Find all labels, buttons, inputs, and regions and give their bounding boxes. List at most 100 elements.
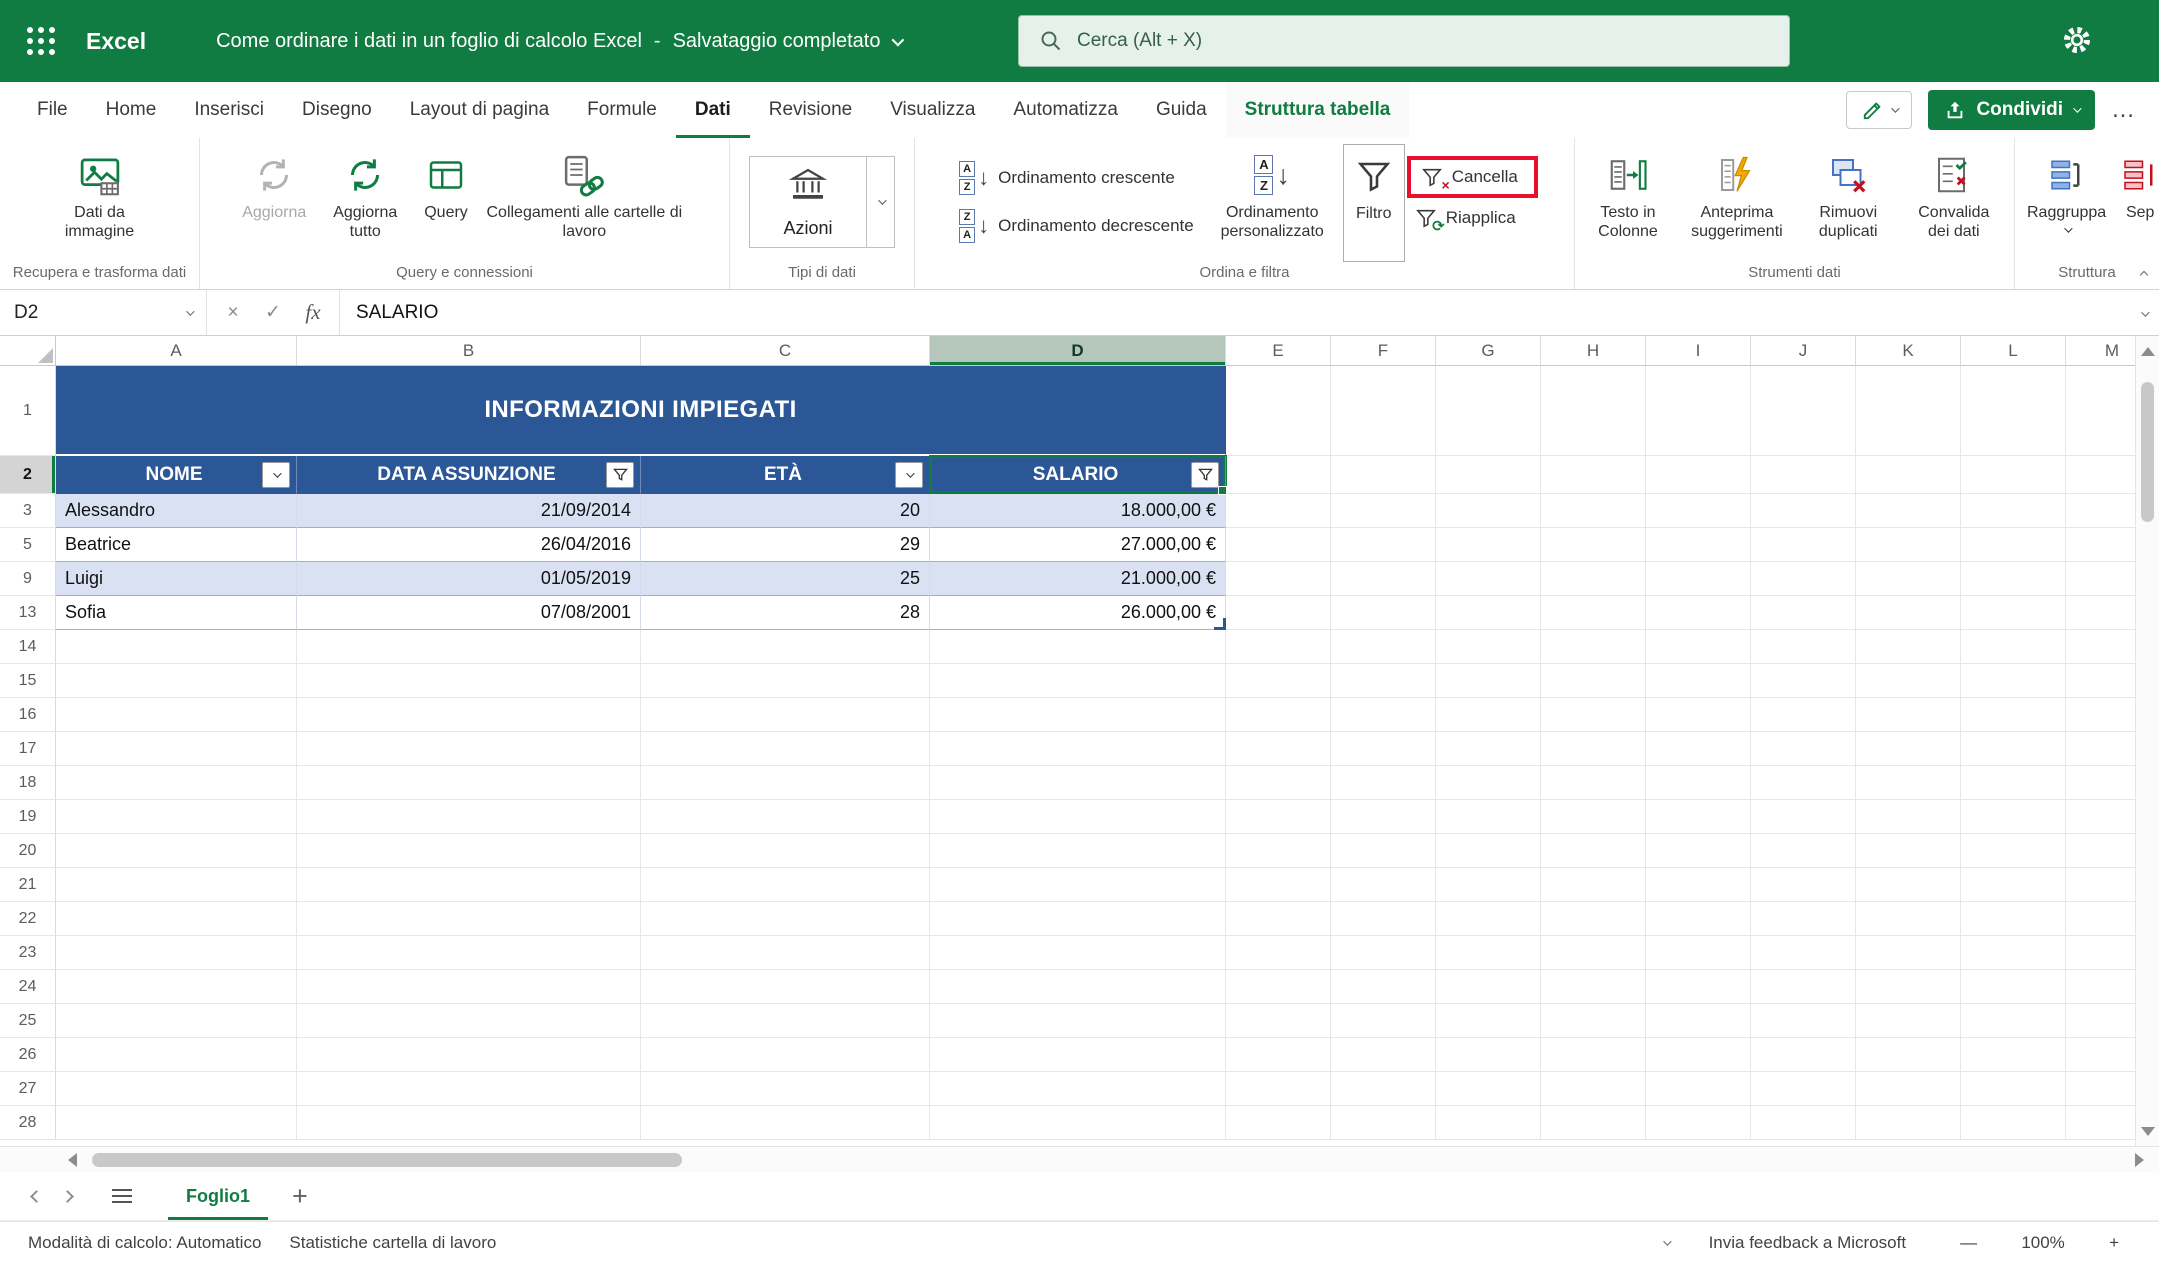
cell-H28[interactable] [1541,1106,1646,1140]
cell-C28[interactable] [641,1106,930,1140]
cell-J21[interactable] [1751,868,1856,902]
cell-F25[interactable] [1331,1004,1436,1038]
cell-F17[interactable] [1331,732,1436,766]
row-header-16[interactable]: 16 [0,698,56,732]
cell-K15[interactable] [1856,664,1961,698]
cell-B24[interactable] [297,970,641,1004]
app-launcher-button[interactable] [0,0,82,82]
cell-J5[interactable] [1751,528,1856,562]
cell-J26[interactable] [1751,1038,1856,1072]
anteprima-suggerimenti-button[interactable]: Anteprima suggerimenti [1677,144,1797,262]
cell-L28[interactable] [1961,1106,2066,1140]
filter-button-B[interactable] [606,462,634,488]
cell-I15[interactable] [1646,664,1751,698]
cell-K27[interactable] [1856,1072,1961,1106]
zoom-in-button[interactable]: + [2095,1233,2133,1253]
cell-L26[interactable] [1961,1038,2066,1072]
sheet-nav-prev-button[interactable] [26,1183,47,1210]
share-button[interactable]: Condividi [1928,90,2095,130]
cell-L15[interactable] [1961,664,2066,698]
cell-G19[interactable] [1436,800,1541,834]
cell-I1[interactable] [1646,366,1751,456]
ribbon-tab-disegno[interactable]: Disegno [283,82,391,138]
row-header-22[interactable]: 22 [0,902,56,936]
cell-J16[interactable] [1751,698,1856,732]
row-header-14[interactable]: 14 [0,630,56,664]
table-title-cell[interactable]: INFORMAZIONI IMPIEGATI [56,366,1226,456]
cell-C22[interactable] [641,902,930,936]
query-button[interactable]: Query [418,144,474,262]
more-options-button[interactable]: … [2111,96,2137,124]
row-header-27[interactable]: 27 [0,1072,56,1106]
cell-I5[interactable] [1646,528,1751,562]
ordinamento-decrescente-button[interactable]: ZA↓ Ordinamento decrescente [951,204,1202,248]
cell-D18[interactable] [930,766,1226,800]
dati-da-immagine-button[interactable]: Dati da immagine [39,144,161,262]
cell-F15[interactable] [1331,664,1436,698]
ribbon-tab-dati[interactable]: Dati [676,82,750,138]
cell-J20[interactable] [1751,834,1856,868]
filter-button-D[interactable] [1191,462,1219,488]
row-header-13[interactable]: 13 [0,596,56,630]
rimuovi-duplicati-button[interactable]: Rimuovi duplicati [1799,144,1898,262]
cell-L13[interactable] [1961,596,2066,630]
cell-B23[interactable] [297,936,641,970]
cell-I18[interactable] [1646,766,1751,800]
cell-J9[interactable] [1751,562,1856,596]
cell-L16[interactable] [1961,698,2066,732]
cell-E24[interactable] [1226,970,1331,1004]
cell-K25[interactable] [1856,1004,1961,1038]
cell-D24[interactable] [930,970,1226,1004]
table-header-cell-B2[interactable]: DATA ASSUNZIONE [297,456,641,494]
cell-G2[interactable] [1436,456,1541,494]
cell-I2[interactable] [1646,456,1751,494]
column-header-F[interactable]: F [1331,336,1436,366]
cell-G22[interactable] [1436,902,1541,936]
cell-J28[interactable] [1751,1106,1856,1140]
filter-button-C[interactable] [895,462,923,488]
confirm-entry-button[interactable]: ✓ [255,301,291,324]
horizontal-scroll-thumb[interactable] [92,1153,682,1167]
cell-D21[interactable] [930,868,1226,902]
cell-G5[interactable] [1436,528,1541,562]
scroll-down-button[interactable] [2136,1118,2159,1144]
cell-D9[interactable]: 21.000,00 € [930,562,1226,596]
cell-L23[interactable] [1961,936,2066,970]
cell-B15[interactable] [297,664,641,698]
cell-D20[interactable] [930,834,1226,868]
cell-E13[interactable] [1226,596,1331,630]
row-header-24[interactable]: 24 [0,970,56,1004]
aggiorna-button[interactable]: Aggiorna [236,144,312,262]
cell-I9[interactable] [1646,562,1751,596]
cancella-button[interactable]: × Cancella [1413,161,1526,193]
table-header-cell-A2[interactable]: NOME [56,456,297,494]
cell-I17[interactable] [1646,732,1751,766]
cell-H1[interactable] [1541,366,1646,456]
cell-K14[interactable] [1856,630,1961,664]
cell-E19[interactable] [1226,800,1331,834]
ordinamento-crescente-button[interactable]: AZ↓ Ordinamento crescente [951,156,1183,200]
zoom-out-button[interactable]: — [1946,1233,1991,1253]
ribbon-tab-automatizza[interactable]: Automatizza [994,82,1137,138]
cell-L24[interactable] [1961,970,2066,1004]
cell-D3[interactable]: 18.000,00 € [930,494,1226,528]
settings-gear-button[interactable] [2061,24,2093,59]
cell-G18[interactable] [1436,766,1541,800]
ribbon-tab-file[interactable]: File [18,82,87,138]
cell-B21[interactable] [297,868,641,902]
row-header-26[interactable]: 26 [0,1038,56,1072]
azioni-dropdown-button[interactable] [867,156,895,248]
cell-K1[interactable] [1856,366,1961,456]
cell-H5[interactable] [1541,528,1646,562]
column-header-G[interactable]: G [1436,336,1541,366]
cell-A14[interactable] [56,630,297,664]
ribbon-tab-visualizza[interactable]: Visualizza [871,82,994,138]
row-header-19[interactable]: 19 [0,800,56,834]
cell-G14[interactable] [1436,630,1541,664]
cell-L25[interactable] [1961,1004,2066,1038]
cell-B14[interactable] [297,630,641,664]
cell-F24[interactable] [1331,970,1436,1004]
scroll-right-button[interactable] [2125,1147,2153,1173]
cell-I23[interactable] [1646,936,1751,970]
cell-B18[interactable] [297,766,641,800]
